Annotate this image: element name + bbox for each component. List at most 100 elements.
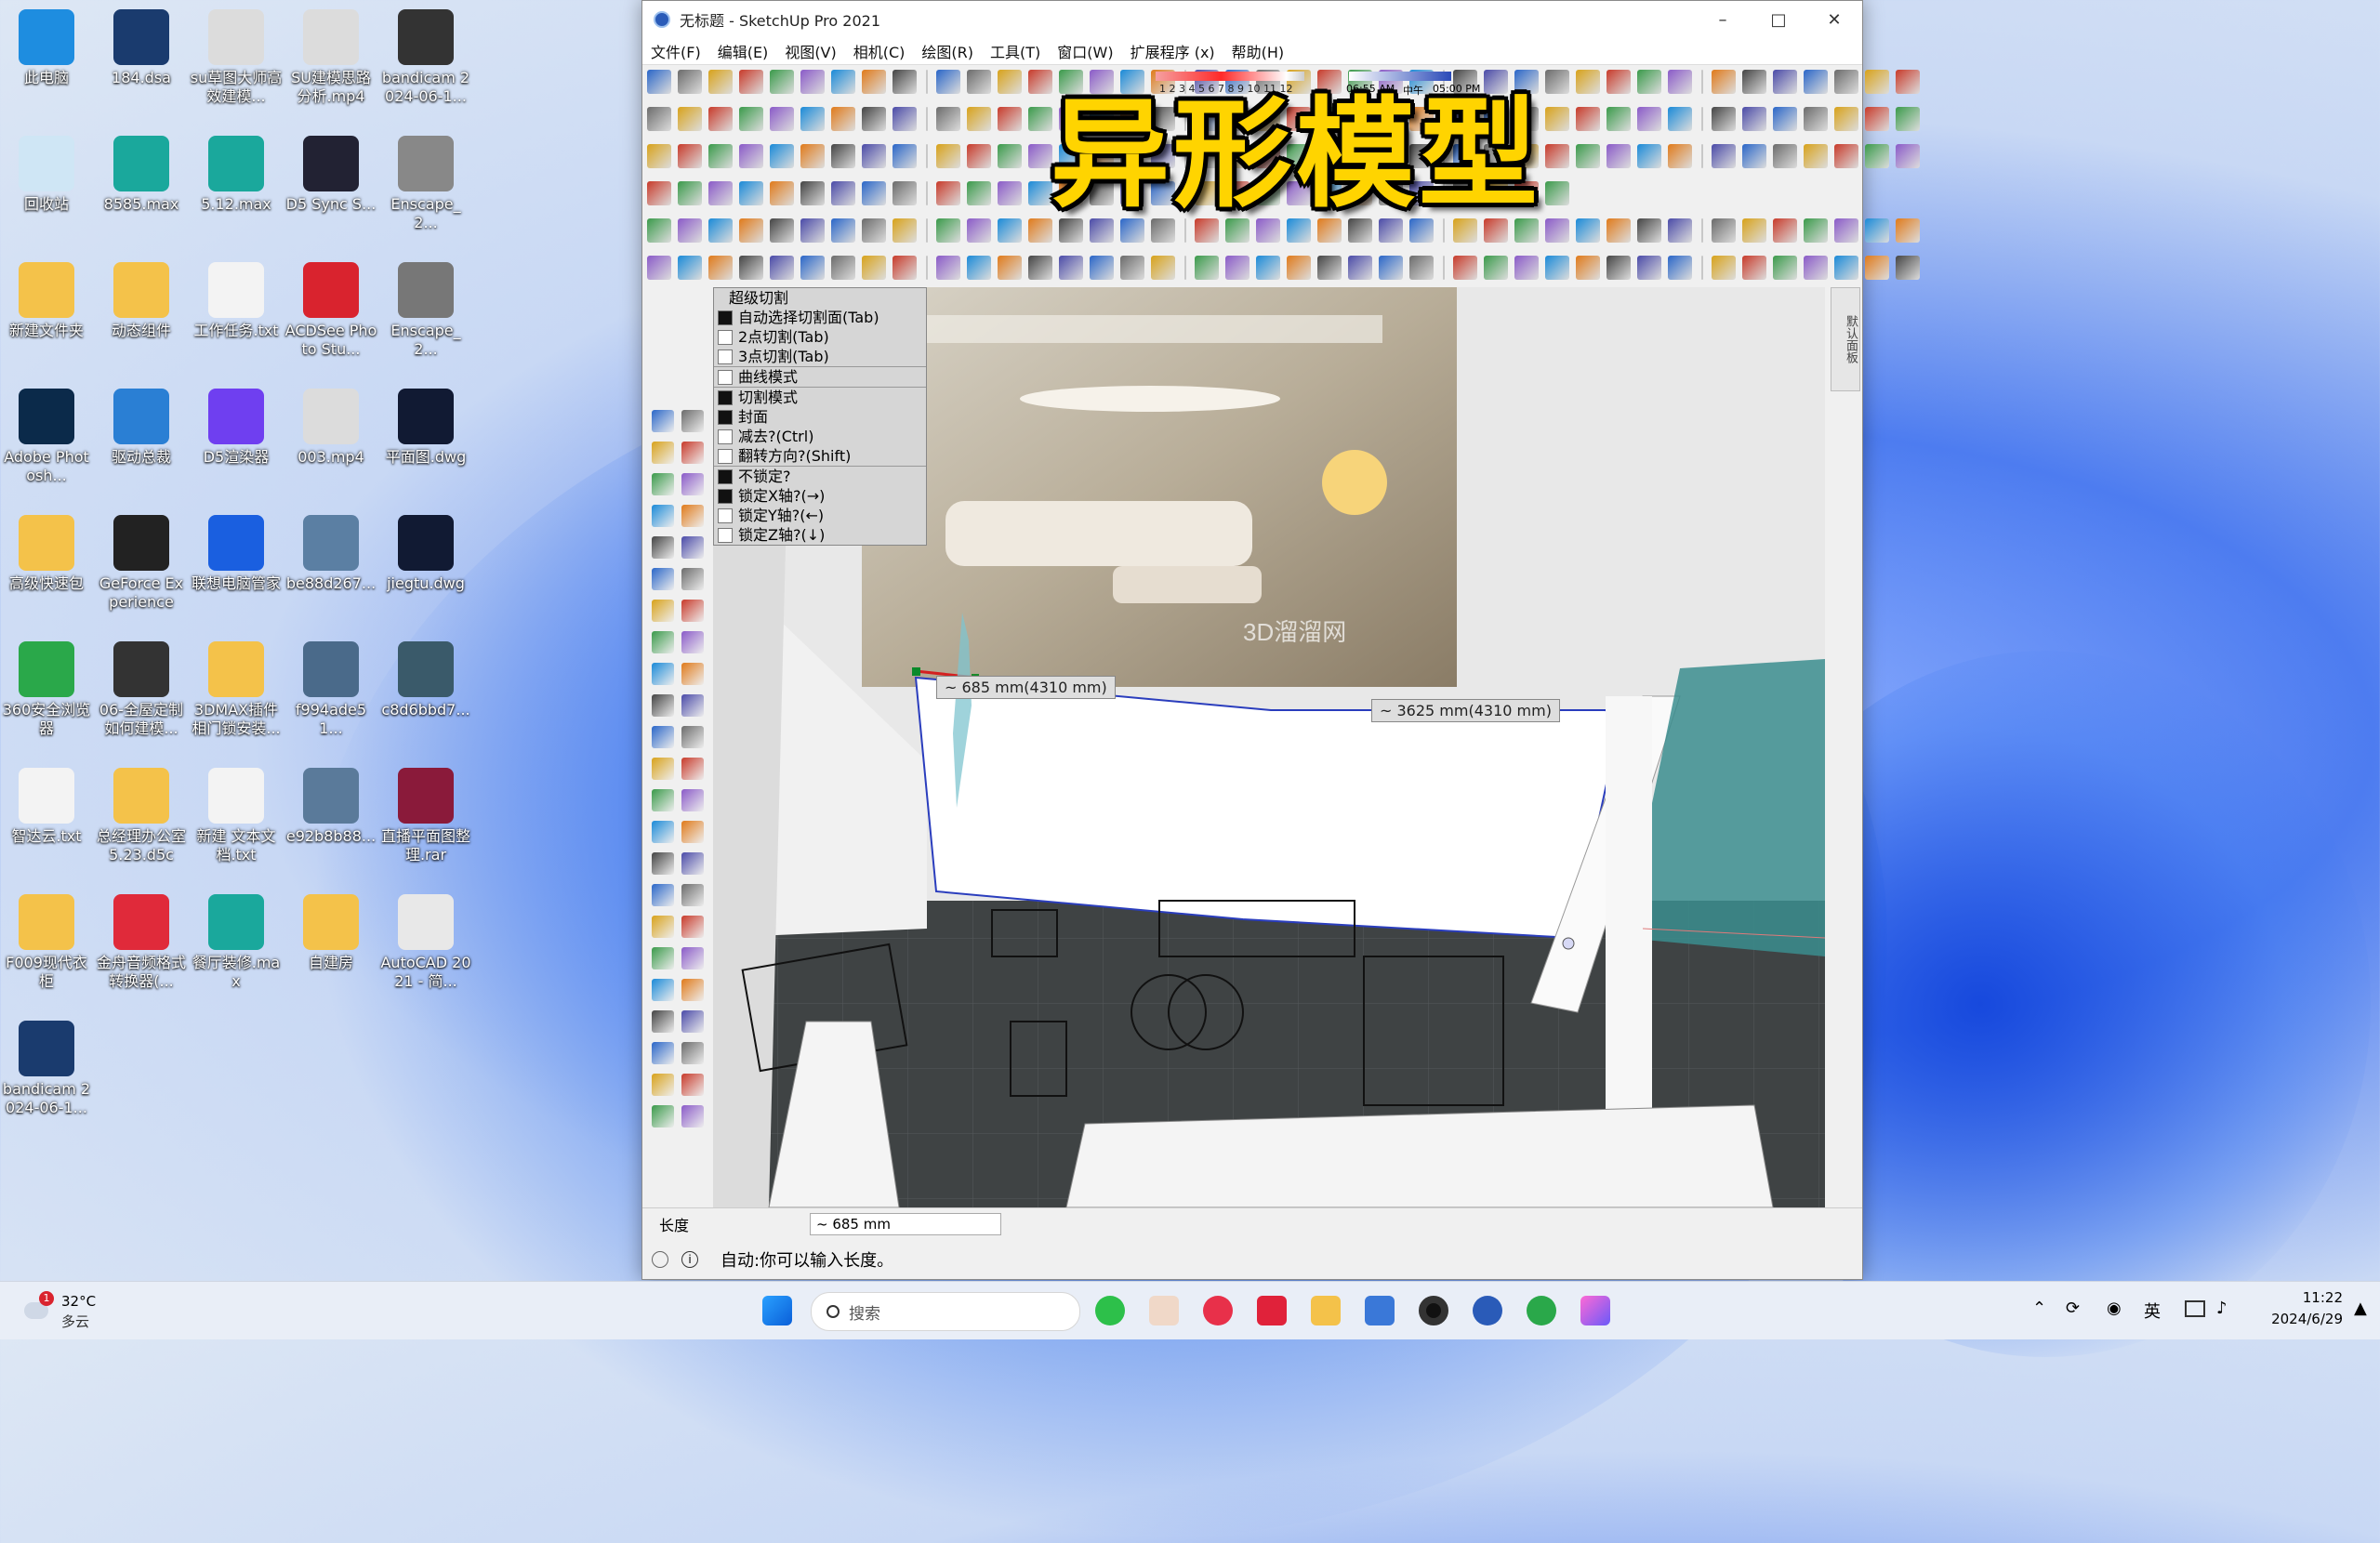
- taskbar-search[interactable]: 搜索: [811, 1292, 1080, 1331]
- measurements-input[interactable]: ~ 685 mm: [810, 1213, 1001, 1235]
- toolbar-button-icon[interactable]: [739, 107, 763, 131]
- toolbar-button-icon[interactable]: [708, 218, 733, 243]
- toolbar-button-icon[interactable]: [998, 70, 1022, 94]
- desktop-icon[interactable]: bandicam 2024-06-1...: [0, 1021, 93, 1117]
- desktop-icon[interactable]: Enscape_2...: [379, 136, 472, 232]
- tool-button-icon[interactable]: [652, 884, 674, 906]
- toolbar-button-icon[interactable]: [1453, 256, 1477, 280]
- desktop-icon[interactable]: 动态组件: [95, 262, 188, 340]
- toolbar-button-icon[interactable]: [770, 181, 794, 205]
- desktop-icon[interactable]: jiegtu.dwg: [379, 515, 472, 593]
- toolbar-button-icon[interactable]: [1606, 256, 1631, 280]
- toolbar-button-icon[interactable]: [1484, 256, 1508, 280]
- toolbar-button-icon[interactable]: [967, 107, 991, 131]
- desktop-icon[interactable]: 直播平面图整理.rar: [379, 768, 472, 864]
- toolbar-button-icon[interactable]: [967, 181, 991, 205]
- desktop-icon[interactable]: 3DMAX插件相门锁安装...: [190, 641, 283, 738]
- toolbar-button-icon[interactable]: [998, 181, 1022, 205]
- toolbar-button-icon[interactable]: [1545, 181, 1569, 205]
- toolbar-button-icon[interactable]: [831, 256, 855, 280]
- toolbar-button-icon[interactable]: [1409, 256, 1434, 280]
- model-viewport[interactable]: 3D溜溜网 超级切割 自动选择切割面(Tab) 2点切割(Tab) 3点切割(T…: [713, 287, 1825, 1207]
- minimize-button[interactable]: –: [1695, 1, 1751, 38]
- desktop-icon[interactable]: 金舟音频格式转换器(...: [95, 894, 188, 991]
- recorder-icon[interactable]: [1203, 1296, 1233, 1325]
- tool-button-icon[interactable]: [652, 568, 674, 590]
- toolbar-button-icon[interactable]: [1742, 107, 1766, 131]
- toolbar-button-icon[interactable]: [1712, 256, 1736, 280]
- desktop-icon[interactable]: 自建房: [284, 894, 377, 972]
- toolbar-button-icon[interactable]: [708, 107, 733, 131]
- section-menu-item[interactable]: 曲线模式: [714, 366, 926, 387]
- checkbox[interactable]: [718, 369, 733, 385]
- desktop-icon[interactable]: 平面图.dwg: [379, 389, 472, 467]
- checkbox[interactable]: [718, 488, 733, 504]
- toolbar-button-icon[interactable]: [1742, 144, 1766, 168]
- toolbar-button-icon[interactable]: [1028, 181, 1052, 205]
- desktop-icon[interactable]: 餐厅装修.max: [190, 894, 283, 991]
- toolbar-button-icon[interactable]: [1896, 218, 1920, 243]
- toolbar-button-icon[interactable]: [647, 218, 671, 243]
- toolbar-button-icon[interactable]: [967, 144, 991, 168]
- toolbar-button-icon[interactable]: [892, 70, 917, 94]
- tool-button-icon[interactable]: [652, 726, 674, 748]
- toolbar-button-icon[interactable]: [678, 218, 702, 243]
- toolbar-button-icon[interactable]: [1090, 256, 1114, 280]
- checkbox[interactable]: [718, 310, 733, 325]
- toolbar-button-icon[interactable]: [647, 256, 671, 280]
- toolbar-button-icon[interactable]: [770, 107, 794, 131]
- toolbar-button-icon[interactable]: [862, 70, 886, 94]
- toolbar-button-icon[interactable]: [1773, 256, 1797, 280]
- desktop-icon[interactable]: 智达云.txt: [0, 768, 93, 846]
- microphone-icon[interactable]: ◉: [2107, 1299, 2122, 1318]
- toolbar-button-icon[interactable]: [967, 218, 991, 243]
- tool-button-icon[interactable]: [652, 1010, 674, 1033]
- toolbar-button-icon[interactable]: [1865, 107, 1889, 131]
- tool-button-icon[interactable]: [681, 442, 704, 464]
- tool-button-icon[interactable]: [681, 505, 704, 527]
- tool-button-icon[interactable]: [652, 1042, 674, 1064]
- toolbar-button-icon[interactable]: [892, 218, 917, 243]
- toolbar-button-icon[interactable]: [708, 181, 733, 205]
- toolbar-button-icon[interactable]: [708, 256, 733, 280]
- desktop-icon[interactable]: 回收站: [0, 136, 93, 214]
- toolbar-button-icon[interactable]: [1151, 256, 1175, 280]
- toolbar-button-icon[interactable]: [739, 218, 763, 243]
- toolbar-button-icon[interactable]: [1059, 256, 1083, 280]
- toolbar-button-icon[interactable]: [739, 181, 763, 205]
- weather-widget[interactable]: 1 32°C 多云: [19, 1291, 121, 1332]
- checkbox[interactable]: [718, 429, 733, 444]
- toolbar-button-icon[interactable]: [1545, 107, 1569, 131]
- toolbar-button-icon[interactable]: [800, 144, 825, 168]
- desktop-icon[interactable]: 新建 文本文档.txt: [190, 768, 283, 864]
- tool-button-icon[interactable]: [681, 631, 704, 653]
- toolbar-button-icon[interactable]: [1637, 144, 1661, 168]
- toolbar-button-icon[interactable]: [936, 107, 960, 131]
- checkbox[interactable]: [718, 409, 733, 425]
- toolbar-button-icon[interactable]: [1545, 218, 1569, 243]
- toolbar-button-icon[interactable]: [1865, 256, 1889, 280]
- sync-icon[interactable]: ⟳: [2066, 1299, 2080, 1318]
- desktop-icon[interactable]: 总经理办公室5.23.d5c: [95, 768, 188, 864]
- desktop-icon[interactable]: bandicam 2024-06-1...: [379, 9, 472, 106]
- menu-item[interactable]: 文件(F): [642, 40, 709, 62]
- app-icon[interactable]: [1580, 1296, 1610, 1325]
- tool-button-icon[interactable]: [681, 473, 704, 495]
- toolbar-button-icon[interactable]: [1317, 256, 1342, 280]
- toolbar-button-icon[interactable]: [647, 181, 671, 205]
- toolbar-button-icon[interactable]: [1712, 144, 1736, 168]
- toolbar-button-icon[interactable]: [800, 70, 825, 94]
- app-icon[interactable]: [1149, 1296, 1179, 1325]
- desktop-icon[interactable]: Adobe Photosh...: [0, 389, 93, 485]
- toolbar-button-icon[interactable]: [936, 144, 960, 168]
- toolbar-button-icon[interactable]: [1028, 144, 1052, 168]
- toolbar-button-icon[interactable]: [1348, 256, 1372, 280]
- toolbar-button-icon[interactable]: [936, 181, 960, 205]
- toolbar-button-icon[interactable]: [1773, 70, 1797, 94]
- toolbar-button-icon[interactable]: [800, 107, 825, 131]
- tool-button-icon[interactable]: [681, 789, 704, 811]
- toolbar-button-icon[interactable]: [1834, 256, 1858, 280]
- toolbar-button-icon[interactable]: [936, 218, 960, 243]
- toolbar-button-icon[interactable]: [967, 256, 991, 280]
- browser-icon[interactable]: [1527, 1296, 1556, 1325]
